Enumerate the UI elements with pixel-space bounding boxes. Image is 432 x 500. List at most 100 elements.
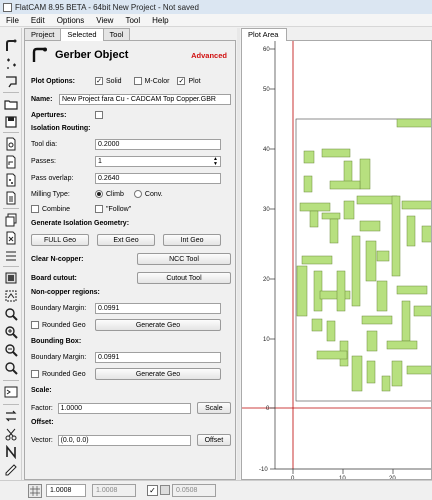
zoom-fit-icon[interactable]	[3, 306, 19, 322]
bbox-rounded-label: Rounded Geo	[42, 370, 86, 378]
cutout-tool-button[interactable]: Cutout Tool	[137, 272, 231, 284]
object-title: Gerber Object	[55, 49, 129, 61]
combine-checkbox[interactable]	[31, 205, 39, 213]
shell-icon[interactable]	[3, 384, 19, 400]
scale-button[interactable]: Scale	[196, 402, 231, 414]
ncc-tool-button[interactable]: NCC Tool	[137, 253, 231, 265]
conv-label: Conv.	[144, 190, 163, 198]
solid-checkbox[interactable]: ✓	[95, 77, 103, 85]
document-icon[interactable]	[3, 190, 19, 206]
passes-label: Passes:	[31, 158, 56, 165]
offset-button[interactable]: Offset	[196, 434, 231, 446]
snap-field: 0.0508	[172, 484, 216, 497]
noncopper-label: Non-copper regions:	[31, 289, 100, 296]
factor-field[interactable]: 1.0000	[57, 402, 191, 414]
measure-icon[interactable]	[3, 444, 19, 460]
new-geometry-icon[interactable]	[3, 136, 19, 152]
title-bar: FlatCAM 8.95 BETA - 64bit New Project - …	[0, 0, 432, 14]
spin-arrows-icon[interactable]: ▲ ▼	[213, 156, 218, 167]
edit-icon[interactable]	[3, 248, 19, 264]
advanced-label: Advanced	[191, 50, 227, 60]
menu-view[interactable]: View	[90, 16, 119, 25]
tab-selected[interactable]: Selected	[60, 28, 104, 41]
bbox-generate-button[interactable]: Generate Geo	[95, 368, 221, 380]
status-bar: 1.0008 1.0008 ✓ 0.0508	[0, 480, 432, 500]
conv-radio[interactable]	[133, 190, 142, 198]
cnc-icon[interactable]	[3, 74, 19, 90]
y-tick-40: 40	[263, 147, 270, 153]
solid-label: Solid	[106, 77, 122, 85]
board-cutout-label: Board cutout:	[31, 274, 77, 282]
pencil-icon[interactable]	[3, 462, 19, 478]
plot-checkbox[interactable]: ✓	[177, 77, 186, 85]
pass-overlap-field[interactable]: 0.2640	[95, 173, 221, 184]
menu-file[interactable]: File	[0, 16, 25, 25]
snap-checkbox[interactable]: ✓	[147, 485, 158, 496]
apertures-label: Apertures:	[31, 111, 67, 119]
name-field[interactable]: New Project fara Cu - CADCAM Top Copper.…	[59, 94, 231, 105]
offset-label: Offset:	[31, 419, 54, 426]
copy-icon[interactable]	[3, 212, 19, 228]
vector-field[interactable]: (0.0, 0.0)	[57, 434, 191, 446]
tab-plot-area[interactable]: Plot Area	[241, 28, 287, 41]
bbox-rounded-checkbox[interactable]	[31, 370, 39, 378]
plot-svg: 60 50 40 30 20 10 0 -10 0 10 20	[242, 41, 431, 479]
noncopper-margin-label: Boundary Margin:	[31, 305, 87, 312]
copper-traces	[296, 118, 431, 392]
scale-label: Scale:	[31, 387, 52, 394]
grid-y-field: 1.0008	[92, 484, 136, 497]
grid-x-field[interactable]: 1.0008	[46, 484, 86, 497]
menu-tool[interactable]: Tool	[119, 16, 146, 25]
menu-help[interactable]: Help	[146, 16, 174, 25]
passes-spinbox[interactable]: 1 ▲ ▼	[95, 156, 221, 167]
save-icon[interactable]	[3, 114, 19, 130]
grid-icon[interactable]	[28, 484, 42, 498]
new-excellon-icon[interactable]	[3, 172, 19, 188]
y-tick-10: 10	[263, 337, 270, 343]
noncopper-generate-button[interactable]: Generate Geo	[95, 319, 221, 331]
noncopper-rounded-checkbox[interactable]	[31, 321, 39, 329]
int-geo-button[interactable]: Int Geo	[163, 234, 221, 246]
menu-edit[interactable]: Edit	[25, 16, 51, 25]
milling-type-label: Milling Type:	[31, 190, 70, 198]
y-tick-neg10: -10	[259, 467, 268, 473]
vector-label: Vector:	[31, 436, 53, 444]
y-tick-50: 50	[263, 87, 270, 93]
window-title: FlatCAM 8.95 BETA - 64bit New Project - …	[15, 2, 199, 12]
snap-icon[interactable]	[160, 485, 170, 495]
follow-checkbox[interactable]	[95, 205, 103, 213]
zoom-out-icon[interactable]	[3, 342, 19, 358]
delete-icon[interactable]	[3, 230, 19, 246]
tab-tool[interactable]: Tool	[102, 28, 131, 40]
zoom-region-icon[interactable]	[3, 360, 19, 376]
flip-icon[interactable]	[3, 408, 19, 424]
y-tick-0: 0	[266, 406, 270, 412]
tool-dia-label: Tool dia:	[31, 141, 58, 148]
tab-project[interactable]: Project	[24, 28, 62, 40]
gerber-icon	[32, 47, 47, 62]
splitter[interactable]	[237, 28, 240, 480]
clear-ncopper-label: Clear N-copper:	[31, 255, 84, 263]
ext-geo-button[interactable]: Ext Geo	[97, 234, 155, 246]
cutout-icon[interactable]	[3, 426, 19, 442]
mcolor-label: M-Color	[144, 77, 170, 85]
gerber-open-icon[interactable]	[3, 38, 19, 54]
tool-dia-field[interactable]: 0.2000	[95, 139, 221, 150]
select-box-icon[interactable]	[3, 270, 19, 286]
points-icon[interactable]	[3, 56, 19, 72]
climb-radio[interactable]	[95, 190, 103, 198]
replot-icon[interactable]	[3, 288, 19, 304]
full-geo-button[interactable]: FULL Geo	[31, 234, 89, 246]
apertures-checkbox[interactable]	[95, 111, 103, 119]
zoom-in-icon[interactable]	[3, 324, 19, 340]
plot-canvas[interactable]: 60 50 40 30 20 10 0 -10 0 10 20	[241, 40, 432, 480]
menu-options[interactable]: Options	[51, 16, 91, 25]
noncopper-margin-field[interactable]: 0.0991	[95, 303, 221, 314]
bbox-label: Bounding Box:	[31, 338, 82, 345]
bbox-margin-field[interactable]: 0.0991	[95, 352, 221, 363]
pass-overlap-label: Pass overlap:	[31, 175, 74, 182]
folder-icon[interactable]	[3, 96, 19, 112]
new-gerber-icon[interactable]	[3, 154, 19, 170]
mcolor-checkbox[interactable]	[133, 77, 142, 85]
selected-panel: Gerber Object Advanced Plot Options: ✓ S…	[24, 40, 236, 480]
